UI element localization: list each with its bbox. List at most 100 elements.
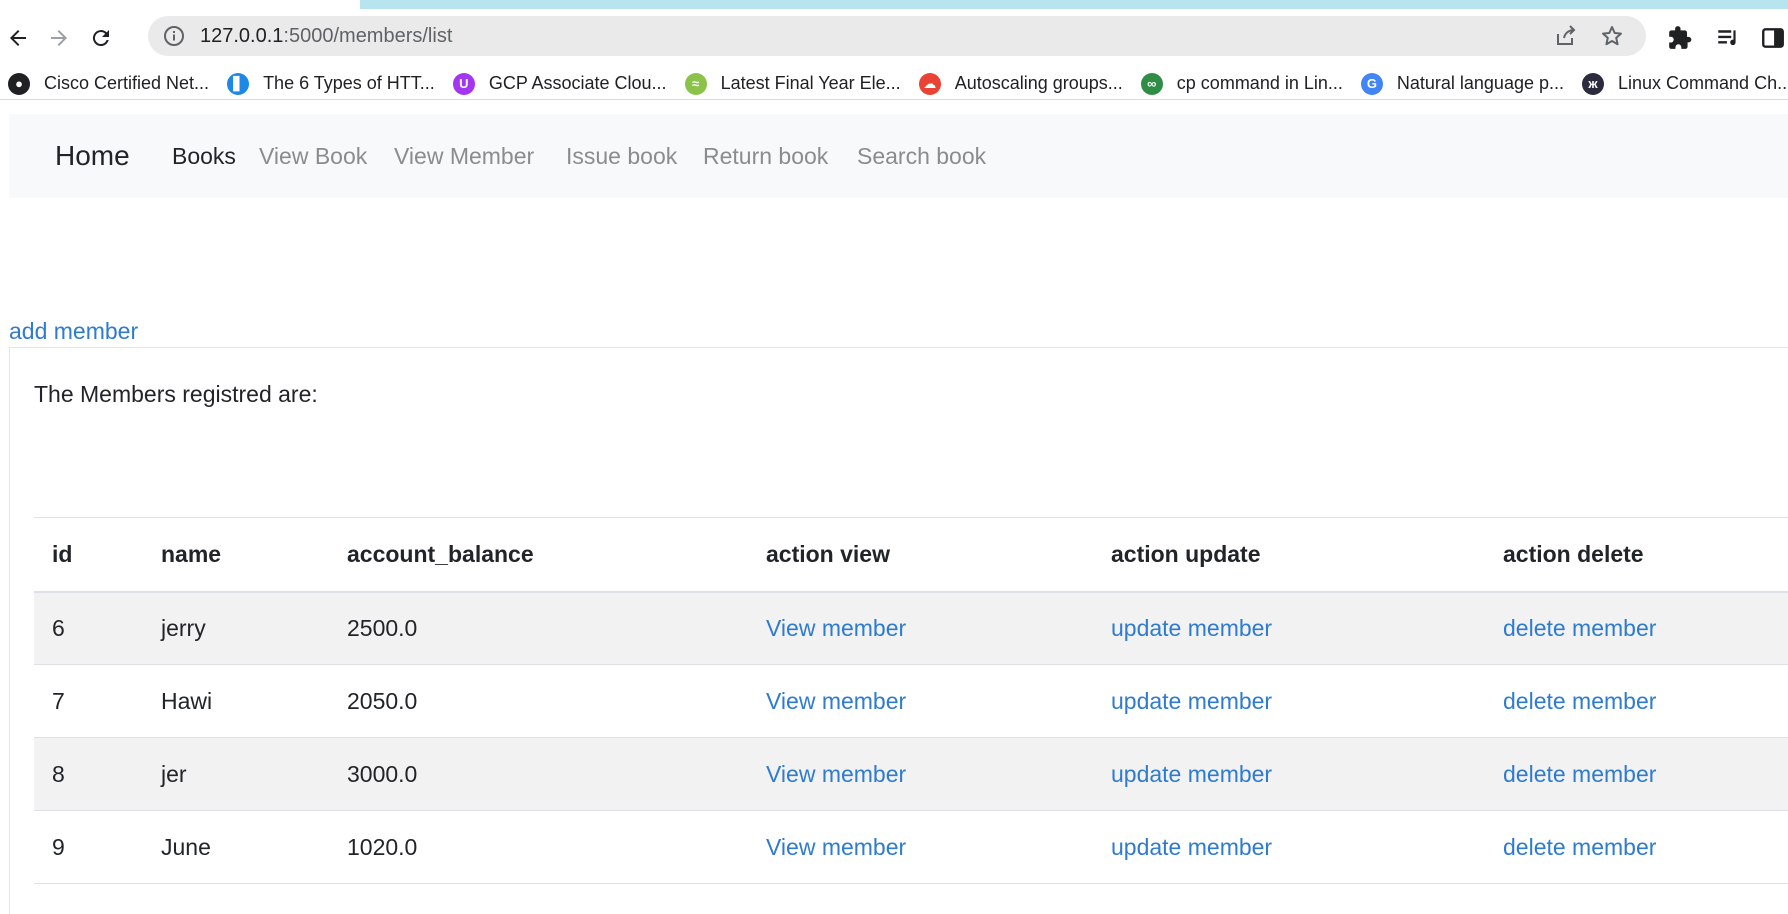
bookmark-label: Latest Final Year Ele...: [720, 73, 901, 93]
bookmark-item[interactable]: G Natural language p...: [1360, 72, 1564, 95]
bookmark-item[interactable]: ▋ The 6 Types of HTT...: [227, 72, 435, 95]
delete-member-link[interactable]: delete member: [1503, 688, 1656, 714]
address-bar[interactable]: 127.0.0.1:5000/members/list: [148, 16, 1646, 56]
update-member-link[interactable]: update member: [1111, 615, 1272, 641]
nav-link-search-book[interactable]: Search book: [857, 143, 986, 170]
header-action-view: action view: [766, 540, 890, 567]
arrow-right-icon: [51, 30, 67, 46]
extensions-icon[interactable]: [1667, 25, 1693, 51]
view-member-link[interactable]: View member: [766, 761, 906, 787]
browser-chrome: 127.0.0.1:5000/members/list ● Cisco Certi…: [0, 0, 1788, 100]
bookmark-label: GCP Associate Clou...: [488, 73, 667, 93]
add-member-link[interactable]: add member: [9, 318, 138, 345]
update-member-link[interactable]: update member: [1111, 688, 1272, 714]
side-panel-icon[interactable]: [1760, 25, 1786, 51]
cell-update: update member: [1111, 665, 1503, 738]
members-panel: The Members registred are: id name accou…: [9, 347, 1788, 914]
nav-link-books[interactable]: Books: [172, 143, 236, 170]
cell-id: 8: [52, 760, 65, 787]
forward-button[interactable]: [43, 22, 75, 54]
table-row: 9 June 1020.0 View member update member …: [34, 811, 1788, 884]
cell-name: jer: [161, 760, 187, 787]
header-action-update: action update: [1111, 540, 1261, 567]
table-row: 8 jer 3000.0 View member update member d…: [34, 737, 1788, 811]
cell-name: jerry: [161, 614, 206, 641]
cell-account-balance: 3000.0: [347, 760, 418, 787]
google-icon: G: [1360, 72, 1383, 95]
cell-account-balance: 2500.0: [347, 614, 418, 641]
header-action-delete: action delete: [1503, 540, 1644, 567]
delete-member-link[interactable]: delete member: [1503, 615, 1656, 641]
reading-list-icon[interactable]: [1715, 25, 1741, 51]
bookmark-label: Linux Command Ch...: [1618, 73, 1788, 93]
nav-link-issue-book[interactable]: Issue book: [566, 143, 677, 170]
bookmark-label: The 6 Types of HTT...: [263, 73, 435, 93]
site-dark-icon: ж: [1582, 72, 1604, 95]
reload-button[interactable]: [85, 22, 117, 54]
bookmark-item[interactable]: U GCP Associate Clou...: [452, 72, 667, 95]
url-path: :5000/members/list: [283, 25, 453, 47]
reload-icon: [92, 30, 109, 47]
table-row: 6 jerry 2500.0 View member update member…: [34, 591, 1788, 665]
view-member-link[interactable]: View member: [766, 834, 906, 860]
cell-view: View member: [766, 592, 1111, 665]
cell-id: 9: [52, 833, 65, 860]
url-host: 127.0.0.1: [200, 25, 284, 47]
navbar: Home Books View Book View Member Issue b…: [9, 114, 1788, 198]
bookmark-item[interactable]: ● Cisco Certified Net...: [8, 72, 210, 95]
table-row: 7 Hawi 2050.0 View member update member …: [34, 665, 1788, 738]
back-button[interactable]: [2, 22, 34, 54]
nav-link-return-book[interactable]: Return book: [703, 143, 828, 170]
header-name: name: [161, 540, 222, 567]
cell-view: View member: [766, 738, 1111, 811]
cell-update: update member: [1111, 738, 1503, 811]
update-member-link[interactable]: update member: [1111, 761, 1272, 787]
delete-member-link[interactable]: delete member: [1503, 834, 1656, 860]
leaf-icon: ≈: [684, 72, 707, 95]
cell-name: Hawi: [161, 687, 213, 714]
header-account-balance: account_balance: [347, 540, 534, 567]
star-icon[interactable]: [1600, 24, 1624, 48]
cell-delete: delete member: [1503, 738, 1788, 811]
nav-link-view-book[interactable]: View Book: [259, 143, 367, 170]
update-member-link[interactable]: update member: [1111, 834, 1272, 860]
bookmark-item[interactable]: ☁ Autoscaling groups...: [918, 72, 1123, 95]
bookmark-label: Autoscaling groups...: [954, 73, 1123, 93]
bookmarks-bar: ● Cisco Certified Net... ▋ The 6 Types of H…: [0, 68, 1788, 100]
members-intro-text: The Members registred are:: [34, 381, 318, 407]
cell-id: 6: [52, 614, 65, 641]
arrow-left-icon: [10, 30, 26, 46]
bookmark-item[interactable]: ж Linux Command Ch...: [1582, 72, 1788, 95]
bookmark-item[interactable]: ≈ Latest Final Year Ele...: [684, 72, 901, 95]
cell-id: 7: [52, 687, 65, 714]
cell-account-balance: 1020.0: [347, 833, 418, 860]
udemy-icon: U: [452, 72, 475, 95]
cell-delete: delete member: [1503, 811, 1788, 884]
view-member-link[interactable]: View member: [766, 688, 906, 714]
tab-strip: [360, 0, 1788, 9]
table-header-row: id name account_balance action view acti…: [34, 517, 1788, 592]
bookmark-label: Cisco Certified Net...: [44, 73, 210, 93]
cell-delete: delete member: [1503, 592, 1788, 665]
cell-update: update member: [1111, 592, 1503, 665]
members-table: id name account_balance action view acti…: [34, 517, 1788, 884]
cell-delete: delete member: [1503, 665, 1788, 738]
bookmark-item[interactable]: ∞ cp command in Lin...: [1140, 72, 1343, 95]
google-cloud-icon: ☁: [918, 72, 941, 95]
delete-member-link[interactable]: delete member: [1503, 761, 1656, 787]
cell-update: update member: [1111, 811, 1503, 884]
nav-link-view-member[interactable]: View Member: [394, 143, 534, 170]
cell-name: June: [161, 833, 211, 860]
url-text[interactable]: 127.0.0.1:5000/members/list: [200, 25, 452, 48]
view-member-link[interactable]: View member: [766, 615, 906, 641]
globe-icon: ●: [8, 72, 30, 95]
bookmark-label: Natural language p...: [1396, 73, 1564, 93]
navbar-brand-home[interactable]: Home: [55, 140, 130, 172]
share-icon[interactable]: [1554, 24, 1578, 48]
header-id: id: [52, 540, 73, 567]
cell-view: View member: [766, 665, 1111, 738]
bookmark-label: cp command in Lin...: [1176, 73, 1343, 93]
geeksforgeeks-icon: ∞: [1140, 72, 1163, 95]
cell-account-balance: 2050.0: [347, 687, 418, 714]
info-icon[interactable]: [162, 24, 186, 48]
